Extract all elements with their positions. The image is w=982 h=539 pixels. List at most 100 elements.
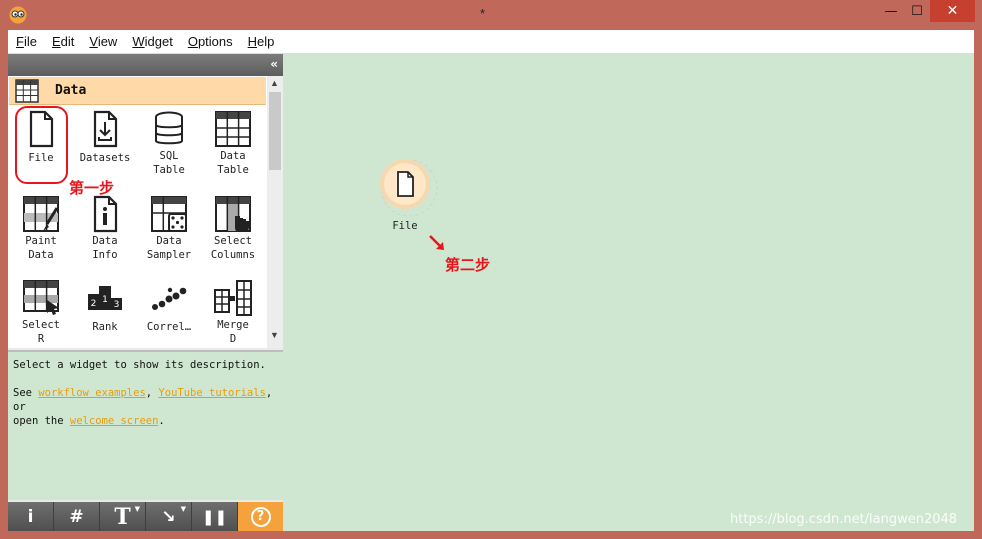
widget-dock: « Data File Datasets SQL Table Data Tabl… — [8, 54, 283, 531]
comma-text: , — [145, 387, 159, 399]
title-bar: * — ☐ ✕ — [0, 0, 982, 30]
arrow-annotation-button[interactable]: ↘ ▼ — [146, 502, 192, 531]
widget-sql-table[interactable]: SQL Table — [138, 109, 200, 177]
widget-label: Data Sampler — [146, 235, 192, 261]
minimize-button[interactable]: — — [878, 0, 904, 22]
svg-text:2: 2 — [91, 299, 97, 309]
main-window: File Edit View Widget Options Help « Dat… — [8, 30, 974, 531]
widget-label: Correl… — [146, 321, 192, 333]
toolbox-scrollbar[interactable]: ▲ ▼ — [267, 76, 283, 348]
menu-view[interactable]: View — [89, 34, 117, 49]
help-icon: ? — [250, 506, 271, 527]
menu-options[interactable]: Options — [188, 34, 233, 49]
database-icon — [155, 111, 183, 145]
widget-label: Select R — [22, 319, 60, 345]
hand-column-icon — [215, 196, 251, 232]
workflow-examples-link[interactable]: workflow examples — [38, 387, 145, 399]
pause-button[interactable]: ❚❚ — [192, 502, 238, 531]
text-annotation-button[interactable]: T ▼ — [100, 502, 146, 531]
description-welcome-line: open the welcome screen. — [13, 414, 278, 428]
arrow-icon: ↘ — [161, 506, 176, 527]
menu-view-label: iew — [97, 34, 118, 49]
maximize-button[interactable]: ☐ — [904, 0, 930, 22]
menu-help-label: elp — [257, 34, 275, 49]
menu-widget[interactable]: Widget — [132, 34, 172, 49]
workflow-canvas[interactable]: File 第二步 — [285, 54, 974, 531]
widget-data-info[interactable]: Data Info — [74, 194, 136, 262]
widget-merge-data[interactable]: Merge D — [202, 278, 264, 346]
menu-edit-mnemonic: E — [51, 34, 61, 49]
description-links-line: See workflow examples, YouTube tutorials… — [13, 386, 278, 414]
menu-widget-mnemonic: W — [132, 34, 145, 49]
info-button[interactable]: i — [8, 502, 54, 531]
download-file-icon — [93, 110, 118, 148]
youtube-tutorials-link[interactable]: YouTube tutorials — [158, 387, 265, 399]
help-button[interactable]: ? — [238, 502, 283, 531]
menu-bar: File Edit View Widget Options Help — [8, 30, 974, 54]
menu-file-label: ile — [23, 34, 37, 49]
table-icon — [215, 111, 251, 147]
widget-select-rows[interactable]: Select R — [10, 278, 72, 346]
widget-datasets[interactable]: Datasets — [74, 109, 136, 165]
file-node[interactable] — [379, 158, 439, 218]
scroll-up-arrow-icon[interactable]: ▲ — [270, 78, 279, 88]
widget-label: Data Info — [92, 235, 118, 261]
widget-label: SQL Table — [153, 150, 185, 176]
widget-data-sampler[interactable]: Data Sampler — [138, 194, 200, 262]
widget-rank[interactable]: 2 1 3 Rank — [74, 278, 136, 334]
see-text: See — [13, 387, 39, 399]
paintbrush-table-icon — [23, 196, 59, 232]
open-text: open the — [13, 415, 70, 427]
welcome-screen-link[interactable]: welcome screen — [70, 415, 159, 427]
widget-label: Data Table — [217, 150, 249, 176]
collapse-dock-button[interactable]: « — [270, 57, 278, 71]
category-label: Data — [55, 83, 87, 98]
menu-help[interactable]: Help — [248, 34, 275, 49]
hand-rows-icon — [23, 280, 59, 315]
svg-text:1: 1 — [102, 295, 108, 305]
svg-text:3: 3 — [114, 300, 120, 310]
info-icon: i — [27, 506, 34, 527]
widget-label: Merge D — [217, 319, 249, 345]
scroll-down-arrow-icon[interactable]: ▼ — [270, 330, 279, 340]
close-button[interactable]: ✕ — [930, 0, 975, 22]
grid-icon: # — [69, 506, 84, 527]
description-text: Select a widget to show its description. — [13, 359, 266, 371]
widget-label: Select Columns — [210, 235, 256, 261]
widget-correlations[interactable]: Correl… — [138, 278, 200, 334]
dock-toolbar: i # T ▼ ↘ ▼ ❚❚ ? — [8, 502, 283, 531]
text-icon: T — [114, 503, 131, 530]
widget-select-columns[interactable]: Select Columns — [202, 194, 264, 262]
dock-header: « — [8, 54, 283, 76]
menu-options-label: ptions — [197, 34, 233, 49]
info-file-icon — [93, 195, 118, 233]
category-header-data[interactable]: Data — [9, 77, 266, 105]
scroll-thumb[interactable] — [269, 92, 281, 170]
grid-button[interactable]: # — [54, 502, 100, 531]
annotation-arrow-icon — [429, 235, 444, 250]
menu-edit[interactable]: Edit — [52, 34, 74, 49]
table-icon — [15, 79, 39, 103]
node-label: File — [392, 220, 418, 232]
watermark-text: https://blog.csdn.net/langwen2048 — [730, 512, 958, 527]
menu-file-mnemonic: F — [16, 34, 24, 49]
period-text: . — [158, 415, 165, 427]
menu-widget-label: idget — [144, 34, 173, 49]
file-icon — [397, 171, 414, 197]
pause-icon: ❚❚ — [201, 507, 228, 526]
dropdown-triangle-icon: ▼ — [134, 505, 140, 513]
menu-edit-label: dit — [60, 34, 75, 49]
menu-file[interactable]: File — [16, 34, 37, 49]
menu-view-mnemonic: V — [89, 34, 98, 49]
description-panel: Select a widget to show its description.… — [8, 350, 283, 500]
widget-label: Rank — [92, 321, 118, 333]
window-title: * — [480, 6, 486, 21]
widget-label: Paint Data — [25, 235, 57, 261]
widget-label: Datasets — [79, 152, 131, 164]
widget-data-table[interactable]: Data Table — [202, 109, 264, 177]
orange-app-icon — [9, 6, 27, 24]
merge-tables-icon — [214, 280, 252, 316]
annotation-step-two: 第二步 — [445, 256, 491, 274]
scatter-dots-icon — [152, 287, 187, 310]
widget-paint-data[interactable]: Paint Data — [10, 194, 72, 262]
